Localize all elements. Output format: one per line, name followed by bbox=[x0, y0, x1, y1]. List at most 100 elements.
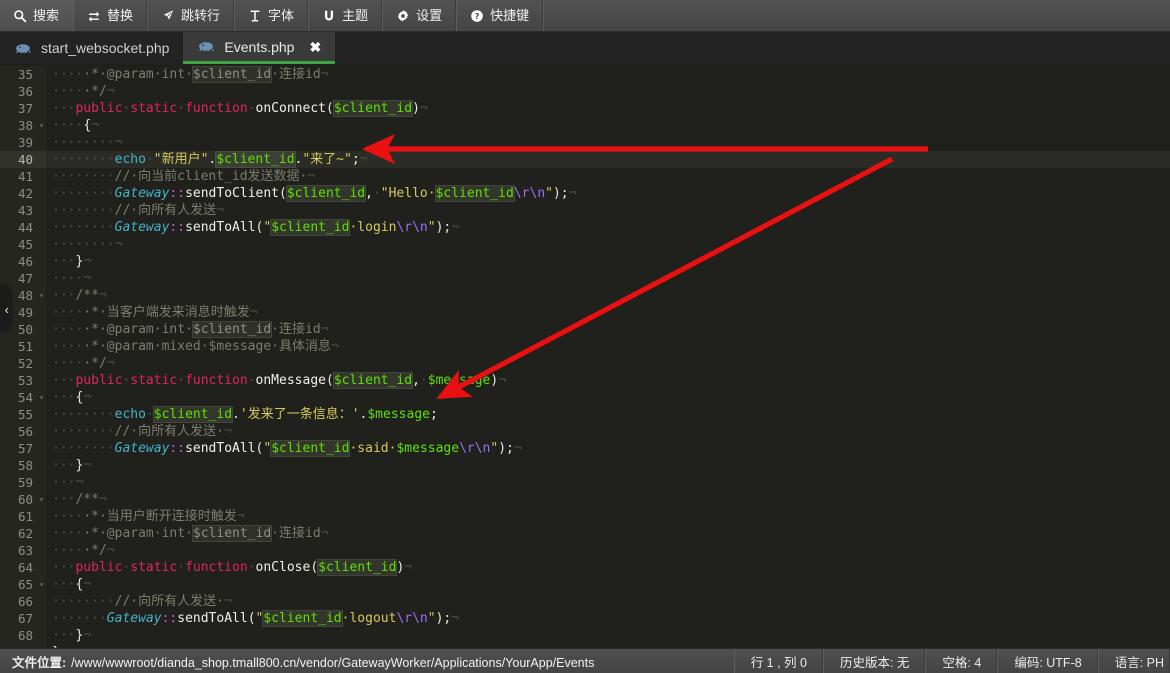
code-line[interactable]: 68 ···}¬ bbox=[0, 627, 1170, 644]
code-line[interactable]: 58 ···}¬ bbox=[0, 457, 1170, 474]
code-text[interactable]: ········Gateway::sendToAll("$client_id·s… bbox=[46, 440, 1170, 457]
code-line[interactable]: 59 ···¬ bbox=[0, 474, 1170, 491]
code-line[interactable]: 44 ········Gateway::sendToAll("$client_id… bbox=[0, 219, 1170, 236]
code-text[interactable]: ···public·static·function·onConnect($cli… bbox=[46, 100, 1170, 117]
code-text[interactable]: ·····*·当客户端发来消息时触发¬ bbox=[46, 304, 1170, 321]
gear-icon bbox=[395, 8, 410, 23]
code-text[interactable]: ·····*·@param·mixed·$message·具体消息¬ bbox=[46, 338, 1170, 355]
code-line[interactable]: 38 ▾ ····{¬ bbox=[0, 117, 1170, 134]
code-text[interactable]: ········//·向所有人发送¬ bbox=[46, 202, 1170, 219]
code-text[interactable]: ········echo·$client_id.'发来了一条信息：'.$mess… bbox=[46, 406, 1170, 423]
code-text[interactable]: ········¬ bbox=[46, 236, 1170, 253]
line-number: 45 bbox=[0, 236, 37, 253]
code-text[interactable]: ········Gateway::sendToAll("$client_id·l… bbox=[46, 219, 1170, 236]
toolbar-button-shortcuts[interactable]: ? 快捷键 bbox=[457, 0, 545, 31]
code-line[interactable]: 43 ········//·向所有人发送¬ bbox=[0, 202, 1170, 219]
code-text[interactable]: ···public·static·function·onClose($clien… bbox=[46, 559, 1170, 576]
code-line[interactable]: 36 ·····*/¬ bbox=[0, 83, 1170, 100]
status-indent-spaces[interactable]: 空格: 4 bbox=[925, 649, 997, 673]
search-icon bbox=[12, 8, 27, 23]
code-line[interactable]: 65 ▾ ···{¬ bbox=[0, 576, 1170, 593]
code-text[interactable]: ····¬ bbox=[46, 270, 1170, 287]
fold-toggle-icon[interactable]: ▾ bbox=[37, 491, 46, 508]
fold-toggle-icon[interactable]: ▾ bbox=[37, 287, 46, 304]
toolbar-button-settings[interactable]: 设置 bbox=[383, 0, 458, 31]
code-line[interactable]: 54 ▾ ···{¬ bbox=[0, 389, 1170, 406]
status-encoding[interactable]: 编码: UTF-8 bbox=[997, 649, 1097, 673]
code-line[interactable]: 57 ········Gateway::sendToAll("$client_id… bbox=[0, 440, 1170, 457]
code-text[interactable]: ·····*/¬ bbox=[46, 83, 1170, 100]
toolbar-button-replace[interactable]: 替换 bbox=[74, 0, 149, 31]
code-text[interactable]: ···{¬ bbox=[46, 389, 1170, 406]
code-line[interactable]: 45 ········¬ bbox=[0, 236, 1170, 253]
fold-toggle-icon[interactable]: ▾ bbox=[37, 389, 46, 406]
code-text[interactable]: ····{¬ bbox=[46, 117, 1170, 134]
code-line[interactable]: 48 ▾ ···/**¬ bbox=[0, 287, 1170, 304]
code-line[interactable]: 60 ▾ ···/**¬ bbox=[0, 491, 1170, 508]
code-text[interactable]: ···/**¬ bbox=[46, 287, 1170, 304]
code-editor[interactable]: 35 ·····*·@param·int·$client_id·连接id¬ 36 ··… bbox=[0, 64, 1170, 648]
code-text[interactable]: ···{¬ bbox=[46, 576, 1170, 593]
code-line[interactable]: 64 ···public·static·function·onClose($cli… bbox=[0, 559, 1170, 576]
code-text[interactable]: ········//·向所有人发送·¬ bbox=[46, 593, 1170, 610]
line-number: 40 bbox=[0, 151, 37, 168]
code-line[interactable]: 35 ·····*·@param·int·$client_id·连接id¬ bbox=[0, 66, 1170, 83]
status-language[interactable]: 语言: PH bbox=[1097, 649, 1170, 673]
status-history-version[interactable]: 历史版本: 无 bbox=[822, 649, 925, 673]
code-line[interactable]: 47 ····¬ bbox=[0, 270, 1170, 287]
fold-spacer bbox=[37, 372, 46, 389]
code-text[interactable]: ···/**¬ bbox=[46, 491, 1170, 508]
code-text[interactable]: ···¬ bbox=[46, 474, 1170, 491]
code-line[interactable]: 56 ········//·向所有人发送·¬ bbox=[0, 423, 1170, 440]
code-text[interactable]: ·····*·@param·int·$client_id·连接id¬ bbox=[46, 525, 1170, 542]
code-text[interactable]: ········¬ bbox=[46, 134, 1170, 151]
tab-bar: start_websocket.php Events.php ✖ bbox=[0, 32, 1170, 64]
code-line[interactable]: 37 ···public·static·function·onConnect($c… bbox=[0, 100, 1170, 117]
toolbar-button-font[interactable]: 字体 bbox=[235, 0, 310, 31]
sidebar-collapse-handle[interactable]: ‹ bbox=[0, 286, 11, 332]
code-text[interactable]: ·····*·当用户断开连接时触发¬ bbox=[46, 508, 1170, 525]
code-line[interactable]: 67 ·······Gateway::sendToAll("$client_id·… bbox=[0, 610, 1170, 627]
code-line[interactable]: 61 ·····*·当用户断开连接时触发¬ bbox=[0, 508, 1170, 525]
code-text[interactable]: ·····*/¬ bbox=[46, 542, 1170, 559]
toolbar-label-search: 搜索 bbox=[33, 7, 60, 23]
fold-toggle-icon[interactable]: ▾ bbox=[37, 117, 46, 134]
toolbar-button-search[interactable]: 搜索 bbox=[0, 0, 75, 31]
code-lines[interactable]: 35 ·····*·@param·int·$client_id·连接id¬ 36 ··… bbox=[0, 64, 1170, 648]
code-line[interactable]: 55 ········echo·$client_id.'发来了一条信息：'.$me… bbox=[0, 406, 1170, 423]
line-number: 53 bbox=[0, 372, 37, 389]
fold-toggle-icon[interactable]: ▾ bbox=[37, 576, 46, 593]
code-text[interactable]: ···}¬ bbox=[46, 457, 1170, 474]
code-line[interactable]: 51 ·····*·@param·mixed·$message·具体消息¬ bbox=[0, 338, 1170, 355]
code-line[interactable]: 52 ·····*/¬ bbox=[0, 355, 1170, 372]
toolbar-button-goto-line[interactable]: 跳转行 bbox=[148, 0, 236, 31]
code-line[interactable]: 66 ········//·向所有人发送·¬ bbox=[0, 593, 1170, 610]
code-line[interactable]: 63 ·····*/¬ bbox=[0, 542, 1170, 559]
code-text[interactable]: ···}¬ bbox=[46, 253, 1170, 270]
code-line[interactable]: 53 ···public·static·function·onMessage($c… bbox=[0, 372, 1170, 389]
code-text[interactable]: ···public·static·function·onMessage($cli… bbox=[46, 372, 1170, 389]
code-text[interactable]: ·····*·@param·int·$client_id·连接id¬ bbox=[46, 66, 1170, 83]
code-line[interactable]: 42 ········Gateway::sendToClient($client_… bbox=[0, 185, 1170, 202]
code-line[interactable]: 49 ·····*·当客户端发来消息时触发¬ bbox=[0, 304, 1170, 321]
code-text[interactable]: ········//·向所有人发送·¬ bbox=[46, 423, 1170, 440]
code-line[interactable]: 39 ········¬ bbox=[0, 134, 1170, 151]
close-icon[interactable]: ✖ bbox=[309, 40, 321, 54]
tab-events-php[interactable]: Events.php ✖ bbox=[183, 32, 336, 64]
code-text[interactable]: ·······Gateway::sendToAll("$client_id·lo… bbox=[46, 610, 1170, 627]
code-line[interactable]: 50 ·····*·@param·int·$client_id·连接id¬ bbox=[0, 321, 1170, 338]
status-cursor-position[interactable]: 行 1 , 列 0 bbox=[733, 649, 823, 673]
code-text[interactable]: ········echo·"新用户".$client_id."来了~";¬ bbox=[46, 151, 1170, 168]
code-text[interactable]: ·····*/¬ bbox=[46, 355, 1170, 372]
code-text[interactable]: ········Gateway::sendToClient($client_id… bbox=[46, 185, 1170, 202]
code-line[interactable]: 46 ···}¬ bbox=[0, 253, 1170, 270]
code-line[interactable]: 41 ········//·向当前client_id发送数据·¬ bbox=[0, 168, 1170, 185]
code-line[interactable]: 62 ·····*·@param·int·$client_id·连接id¬ bbox=[0, 525, 1170, 542]
code-text[interactable]: ·····*·@param·int·$client_id·连接id¬ bbox=[46, 321, 1170, 338]
line-number: 52 bbox=[0, 355, 37, 372]
toolbar-button-theme[interactable]: 主题 bbox=[309, 0, 384, 31]
code-text[interactable]: ···}¬ bbox=[46, 627, 1170, 644]
tab-start-websocket-php[interactable]: start_websocket.php bbox=[0, 32, 184, 64]
code-text[interactable]: ········//·向当前client_id发送数据·¬ bbox=[46, 168, 1170, 185]
code-line[interactable]: 40 ········echo·"新用户".$client_id."来了~";¬ bbox=[0, 151, 1170, 168]
